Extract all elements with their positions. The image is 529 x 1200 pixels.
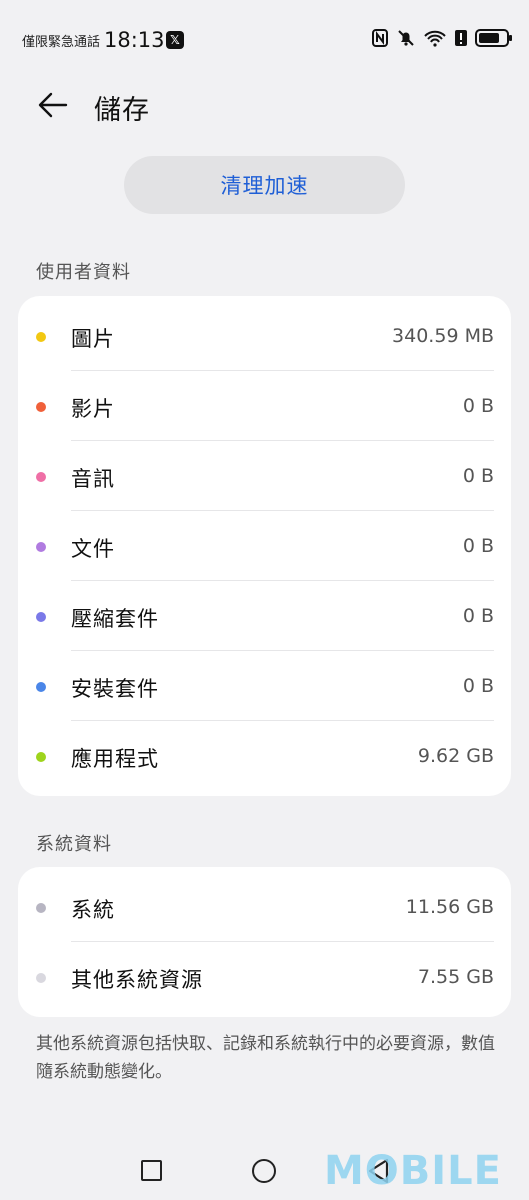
x-app-icon: 𝕏 (166, 31, 184, 49)
storage-row-size: 7.55 GB (417, 966, 494, 988)
category-color-dot (36, 682, 46, 692)
storage-row-size: 0 B (462, 465, 494, 487)
category-color-dot (36, 903, 46, 913)
storage-row[interactable]: 壓縮套件 0 B (18, 581, 511, 651)
clock: 18:13 (104, 28, 165, 52)
storage-row-label: 音訊 (71, 467, 115, 491)
storage-row[interactable]: 系統 11.56 GB (18, 872, 511, 942)
app-header: 儲存 (0, 80, 529, 132)
carrier-text: 僅限緊急通話 (22, 35, 101, 50)
storage-row-size: 9.62 GB (417, 745, 494, 767)
storage-row-size: 11.56 GB (405, 896, 494, 918)
nfc-icon (371, 28, 389, 48)
system-data-card: 系統 11.56 GB 其他系統資源 7.55 GB (18, 867, 511, 1017)
storage-row-label: 影片 (71, 397, 115, 421)
storage-row-size: 0 B (462, 605, 494, 627)
storage-row[interactable]: 應用程式 9.62 GB (18, 721, 511, 791)
footnote-text: 其他系統資源包括快取、記錄和系統執行中的必要資源，數值隨系統動態變化。 (36, 1034, 495, 1082)
storage-row-size: 0 B (462, 395, 494, 417)
watermark-logo: MOBILE (324, 1148, 502, 1194)
home-button[interactable] (252, 1159, 276, 1183)
storage-row[interactable]: 其他系統資源 7.55 GB (18, 942, 511, 1012)
alert-icon (455, 28, 467, 48)
battery-level (479, 33, 499, 43)
storage-row-size: 0 B (462, 675, 494, 697)
status-bar: 僅限緊急通話 18:13 𝕏 (0, 0, 529, 80)
storage-row-label: 其他系統資源 (71, 968, 203, 992)
storage-row[interactable]: 影片 0 B (18, 371, 511, 441)
storage-row-size: 0 B (462, 535, 494, 557)
category-color-dot (36, 752, 46, 762)
category-color-dot (36, 402, 46, 412)
storage-row[interactable]: 圖片 340.59 MB (18, 301, 511, 371)
category-color-dot (36, 612, 46, 622)
clean-accelerate-button[interactable]: 清理加速 (124, 156, 405, 214)
storage-row-size: 340.59 MB (392, 325, 494, 347)
category-color-dot (36, 472, 46, 482)
storage-row[interactable]: 文件 0 B (18, 511, 511, 581)
category-color-dot (36, 973, 46, 983)
storage-row-label: 應用程式 (71, 747, 159, 771)
status-icons (371, 28, 512, 48)
battery-icon (475, 29, 512, 47)
category-color-dot (36, 332, 46, 342)
category-color-dot (36, 542, 46, 552)
storage-row-label: 安裝套件 (71, 677, 159, 701)
section-title-user-data: 使用者資料 (36, 262, 131, 283)
storage-row[interactable]: 安裝套件 0 B (18, 651, 511, 721)
storage-row[interactable]: 音訊 0 B (18, 441, 511, 511)
section-title-system-data: 系統資料 (36, 834, 112, 855)
storage-row-label: 壓縮套件 (71, 607, 159, 631)
wifi-icon (423, 28, 447, 48)
mute-bell-icon (397, 28, 415, 48)
storage-row-label: 圖片 (71, 327, 115, 351)
recent-apps-button[interactable] (141, 1160, 162, 1181)
back-arrow-icon[interactable] (36, 88, 70, 122)
user-data-card: 圖片 340.59 MB 影片 0 B 音訊 0 B 文件 0 B 壓縮套件 0 B 安裝套件 0 B… (18, 296, 511, 796)
page-title: 儲存 (94, 95, 150, 126)
storage-row-label: 系統 (71, 898, 115, 922)
storage-row-label: 文件 (71, 537, 115, 561)
